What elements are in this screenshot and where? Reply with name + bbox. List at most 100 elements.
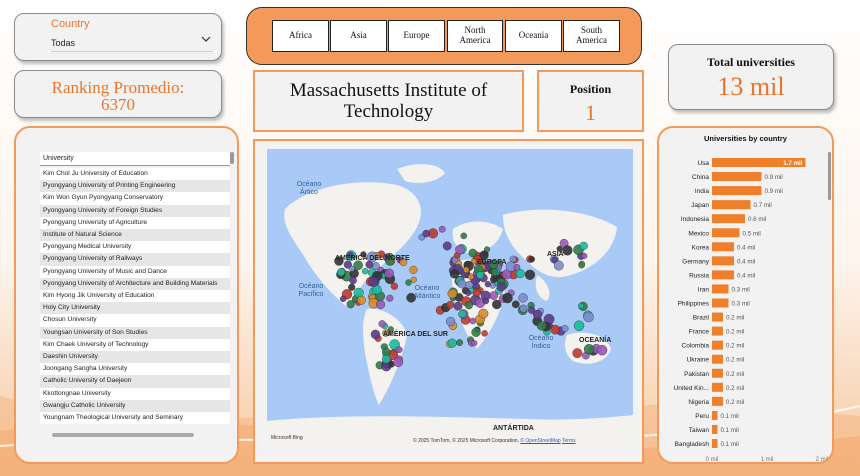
university-dot[interactable]: [490, 276, 498, 283]
table-row[interactable]: Gwangju Catholic University: [40, 399, 230, 413]
university-dot[interactable]: [449, 269, 460, 279]
university-dot[interactable]: [370, 329, 381, 340]
university-dot[interactable]: [491, 268, 499, 276]
university-dot[interactable]: [471, 327, 481, 337]
university-dot[interactable]: [484, 280, 492, 288]
university-dot[interactable]: [348, 265, 355, 272]
table-row[interactable]: Joongang Sangha University: [40, 363, 230, 376]
bar-philippines[interactable]: [712, 298, 729, 308]
world-map[interactable]: Océano Ártico Océano Pacífico Océano Atl…: [267, 149, 633, 447]
university-dot[interactable]: [446, 300, 455, 309]
bar-ukraine[interactable]: [712, 354, 723, 364]
bar-united-kin-[interactable]: [712, 382, 723, 392]
university-dot[interactable]: [376, 299, 386, 310]
bar-colombia[interactable]: [712, 340, 723, 350]
university-dot[interactable]: [579, 241, 588, 251]
university-dot[interactable]: [528, 256, 535, 263]
table-row[interactable]: Catholic University of Daejeon: [40, 375, 230, 388]
continent-button-africa[interactable]: Africa: [272, 20, 329, 52]
university-dot[interactable]: [478, 308, 489, 319]
university-dot[interactable]: [410, 276, 417, 283]
university-dot[interactable]: [513, 264, 521, 271]
university-dot[interactable]: [356, 295, 366, 305]
bar-brazil[interactable]: [712, 312, 723, 322]
university-dot[interactable]: [550, 324, 560, 335]
bar-indonesia[interactable]: [712, 214, 745, 224]
table-row[interactable]: Kkottongnae University: [40, 387, 230, 400]
table-row[interactable]: Pyongyang University of Railways: [40, 253, 230, 266]
bar-korea[interactable]: [712, 242, 734, 252]
continent-button-north-america[interactable]: North America: [447, 20, 503, 52]
bar-bangladesh[interactable]: [712, 439, 718, 448]
university-dot[interactable]: [447, 288, 458, 299]
university-dot[interactable]: [519, 304, 528, 313]
university-dot[interactable]: [445, 316, 456, 327]
table-row[interactable]: Daeshin University: [40, 351, 230, 364]
university-dot[interactable]: [578, 302, 585, 309]
university-dot[interactable]: [390, 282, 398, 290]
university-dot[interactable]: [518, 293, 528, 303]
continent-button-oceania[interactable]: Oceania: [505, 20, 562, 52]
university-dot[interactable]: [422, 229, 430, 238]
university-dot[interactable]: [384, 268, 394, 279]
university-dot[interactable]: [453, 301, 463, 311]
bar-russia[interactable]: [712, 270, 734, 280]
university-dot[interactable]: [458, 309, 467, 319]
table-header-university[interactable]: University: [40, 152, 230, 166]
university-dot[interactable]: [524, 269, 536, 280]
university-dot[interactable]: [489, 291, 499, 300]
university-dot[interactable]: [409, 265, 418, 274]
university-dot[interactable]: [573, 320, 585, 331]
table-row[interactable]: Holy City University: [40, 302, 230, 315]
table-row[interactable]: Pyongyang University of Architecture and…: [40, 277, 230, 291]
university-dot[interactable]: [368, 276, 379, 287]
bar-taiwan[interactable]: [712, 424, 718, 434]
university-dot[interactable]: [469, 317, 477, 325]
table-row[interactable]: Kim Chaek University of Technology: [40, 338, 230, 352]
university-dot[interactable]: [471, 340, 478, 347]
university-dot[interactable]: [553, 260, 564, 271]
bar-india[interactable]: [712, 186, 762, 196]
university-dot[interactable]: [378, 320, 386, 328]
university-dot[interactable]: [509, 255, 517, 263]
university-dot[interactable]: [536, 321, 547, 331]
university-dot[interactable]: [438, 225, 446, 233]
university-dot[interactable]: [583, 311, 594, 323]
continent-button-europe[interactable]: Europe: [388, 20, 445, 52]
university-dot[interactable]: [457, 279, 467, 289]
university-dot[interactable]: [492, 299, 502, 310]
bar-japan[interactable]: [712, 200, 751, 210]
university-dot[interactable]: [371, 262, 380, 270]
university-dot[interactable]: [561, 325, 569, 333]
university-dot[interactable]: [348, 283, 356, 291]
bar-china[interactable]: [712, 172, 762, 182]
university-dot[interactable]: [337, 268, 346, 277]
university-dot[interactable]: [361, 268, 369, 275]
table-row[interactable]: Pyongyang Medical University: [40, 241, 230, 254]
university-dot[interactable]: [460, 232, 468, 240]
university-dot[interactable]: [468, 248, 478, 258]
continent-button-asia[interactable]: Asia: [330, 20, 387, 52]
table-row[interactable]: Kim Won Gyun Pyongyang Conservatory: [40, 192, 230, 205]
bar-peru[interactable]: [712, 410, 718, 420]
university-dot[interactable]: [455, 244, 465, 255]
university-dot[interactable]: [381, 354, 391, 364]
university-dot[interactable]: [462, 266, 470, 274]
university-dot[interactable]: [456, 339, 464, 346]
bar-pakistan[interactable]: [712, 368, 723, 378]
bar-nigeria[interactable]: [712, 396, 723, 406]
terms-link[interactable]: Terms: [562, 438, 576, 444]
university-dot[interactable]: [511, 300, 520, 309]
table-row[interactable]: Pyongyang University of Music and Dance: [40, 265, 230, 278]
table-row[interactable]: Pyongyang University of Foreign Studies: [40, 204, 230, 217]
university-dot[interactable]: [442, 241, 452, 251]
university-dot[interactable]: [532, 309, 543, 320]
bar-iran[interactable]: [712, 284, 729, 294]
university-dot[interactable]: [386, 294, 394, 302]
table-row[interactable]: Pyongyang University of Agriculture: [40, 216, 230, 230]
university-dot[interactable]: [502, 292, 513, 304]
bar-mexico[interactable]: [712, 228, 740, 238]
university-dot[interactable]: [596, 344, 608, 356]
table-row[interactable]: Youngnam Theological University and Semi…: [40, 412, 230, 425]
continent-button-south-america[interactable]: South America: [563, 20, 620, 52]
